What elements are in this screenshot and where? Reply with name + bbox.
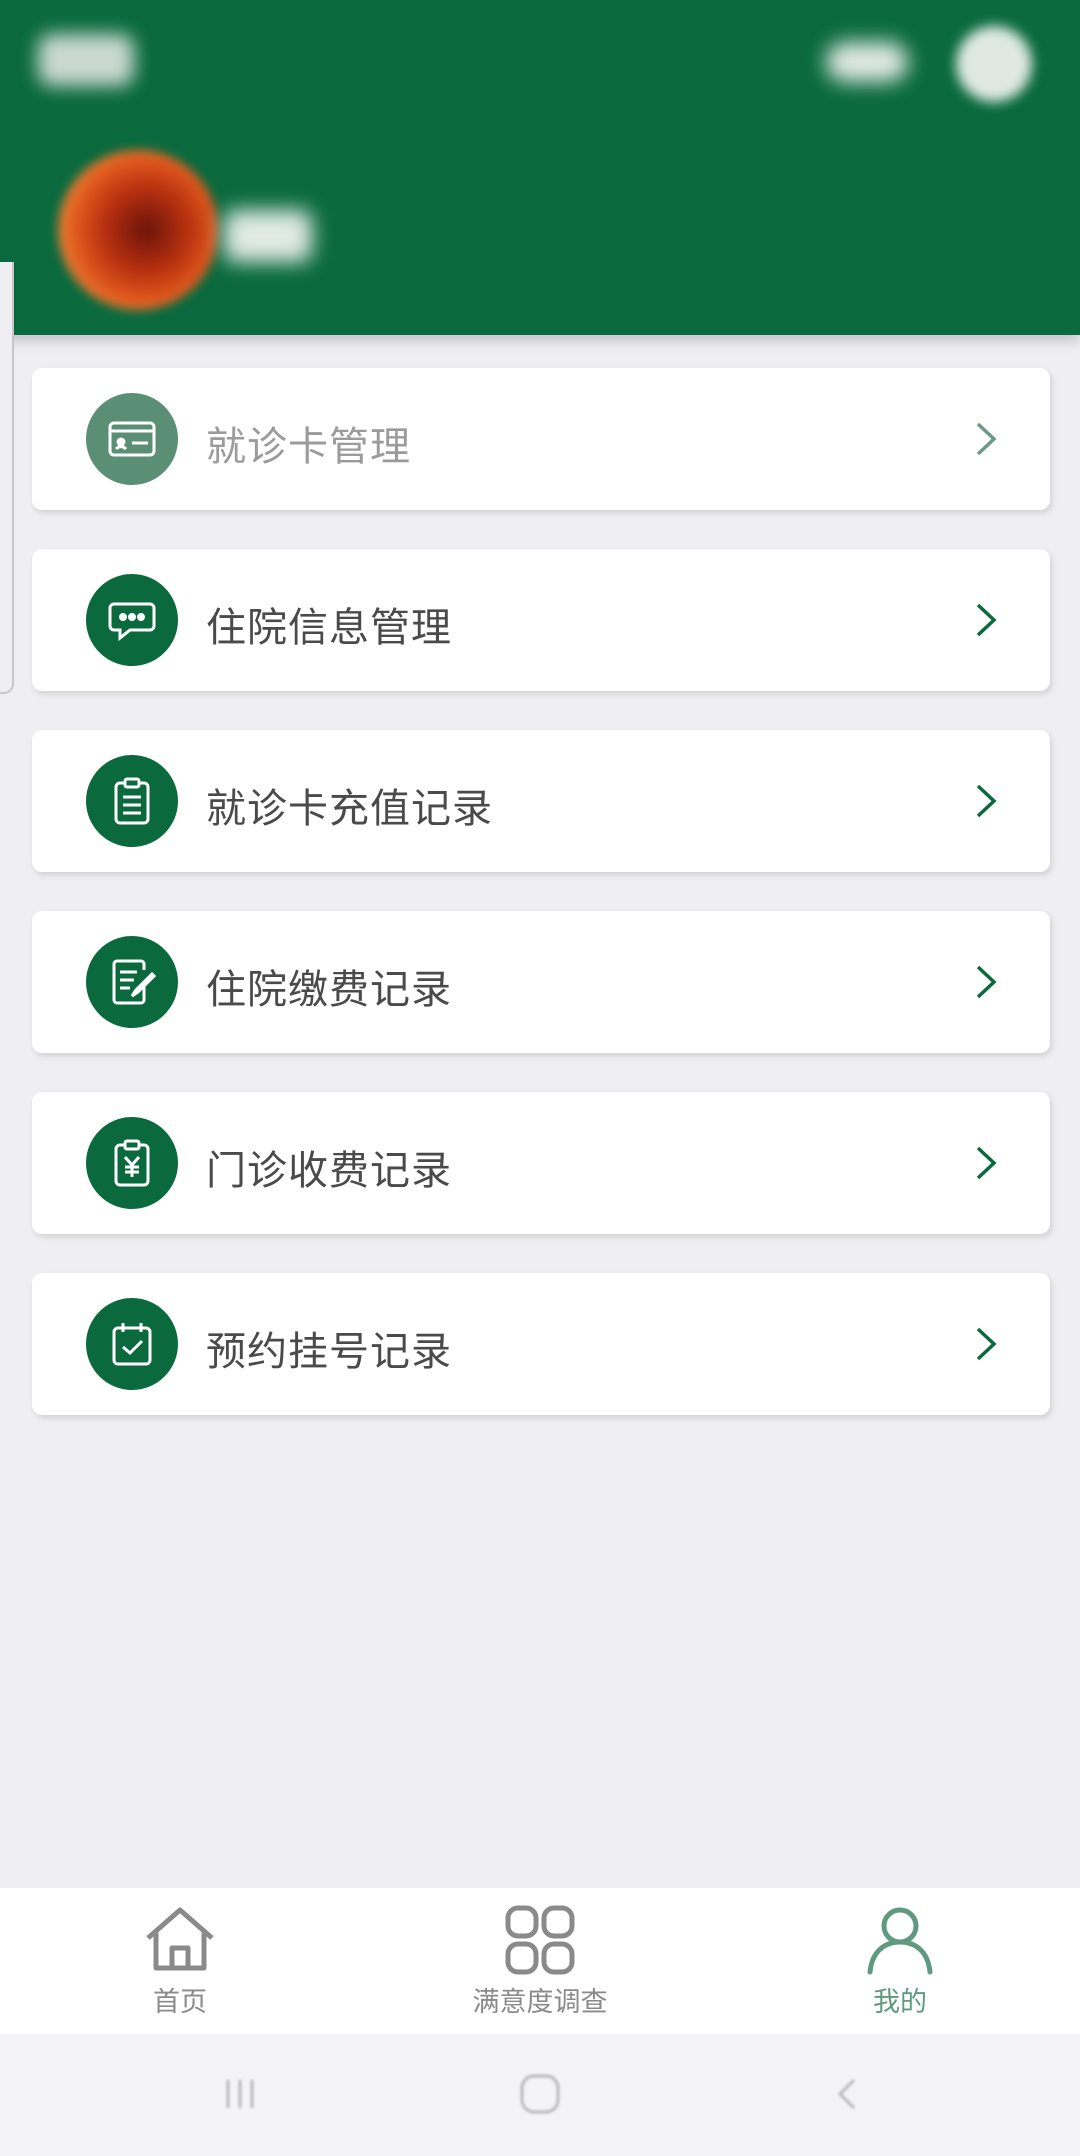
user-name	[224, 210, 312, 262]
menu-item-label: 就诊卡充值记录	[206, 786, 493, 832]
menu-item-appointments[interactable]: 预约挂号记录	[32, 1273, 1050, 1415]
bottom-tab-bar: 首页 满意度调查 我的	[0, 1888, 1080, 2034]
tab-label: 我的	[873, 1987, 927, 2018]
overlay-edge	[0, 262, 14, 694]
tab-label: 满意度调查	[472, 1987, 608, 2018]
chevron-right-icon	[960, 414, 1010, 464]
grid-icon	[502, 1904, 578, 1976]
menu-item-label: 就诊卡管理	[206, 424, 411, 470]
clipboard-list-icon	[86, 755, 178, 847]
profile-header	[0, 0, 1080, 335]
tab-label: 首页	[153, 1987, 207, 2018]
chevron-right-icon	[960, 957, 1010, 1007]
home-icon	[142, 1904, 218, 1976]
document-edit-icon	[86, 936, 178, 1028]
menu-item-inpatient-info[interactable]: 住院信息管理	[32, 549, 1050, 691]
chevron-right-icon	[960, 1138, 1010, 1188]
tab-mine[interactable]: 我的	[780, 1888, 1020, 2034]
tab-satisfaction-survey[interactable]: 满意度调查	[420, 1888, 660, 2034]
yen-clipboard-icon	[86, 1117, 178, 1209]
calendar-check-icon	[86, 1298, 178, 1390]
person-icon	[862, 1904, 938, 1976]
chevron-right-icon	[960, 776, 1010, 826]
system-nav-bar	[0, 2034, 1080, 2156]
recents-icon[interactable]	[210, 2064, 270, 2124]
page-title	[38, 34, 134, 86]
menu-item-label: 住院缴费记录	[206, 967, 452, 1013]
menu-item-label: 门诊收费记录	[206, 1148, 452, 1194]
chat-bubble-icon	[86, 574, 178, 666]
menu-item-inpatient-payment[interactable]: 住院缴费记录	[32, 911, 1050, 1053]
avatar-circle-icon[interactable]	[956, 26, 1032, 102]
menu-item-card-recharge[interactable]: 就诊卡充值记录	[32, 730, 1050, 872]
menu-item-card-management[interactable]: 就诊卡管理	[32, 368, 1050, 510]
id-card-icon	[86, 393, 178, 485]
chevron-right-icon	[960, 1319, 1010, 1369]
menu-item-label: 预约挂号记录	[206, 1329, 452, 1375]
menu-item-label: 住院信息管理	[206, 605, 452, 651]
eye-icon[interactable]	[826, 42, 908, 82]
back-icon[interactable]	[818, 2064, 878, 2124]
menu-list: 就诊卡管理 住院信息管理 就诊卡充值记录 住院缴费记录 门诊收费记录 预约挂号记…	[32, 368, 1050, 1454]
home-button-icon[interactable]	[510, 2064, 570, 2124]
tab-home[interactable]: 首页	[60, 1888, 300, 2034]
menu-item-outpatient-fees[interactable]: 门诊收费记录	[32, 1092, 1050, 1234]
avatar[interactable]	[58, 150, 218, 310]
chevron-right-icon	[960, 595, 1010, 645]
